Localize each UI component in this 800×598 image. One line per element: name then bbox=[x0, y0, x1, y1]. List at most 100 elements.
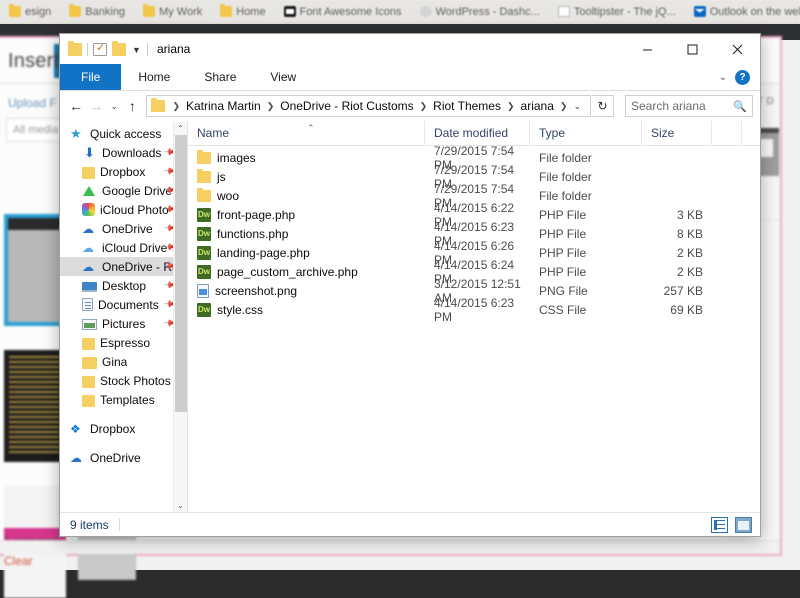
view-mode-buttons[interactable] bbox=[711, 513, 752, 537]
sidebar-item-stock-photos[interactable]: Stock Photos bbox=[60, 371, 187, 390]
large-icons-view-icon[interactable] bbox=[735, 517, 752, 533]
dreamweaver-icon: Dw bbox=[197, 227, 211, 241]
file-name-cell[interactable]: Dw style.css bbox=[188, 303, 425, 317]
properties-icon[interactable] bbox=[93, 43, 107, 56]
column-header-size[interactable]: Size bbox=[642, 121, 712, 146]
file-name-cell[interactable]: Dw landing-page.php bbox=[188, 246, 425, 260]
navigation-pane[interactable]: ★ Quick access ⬇ Downloads 📌 Dropbox 📌 G… bbox=[60, 121, 187, 512]
breadcrumb-item-onedrive[interactable]: OneDrive - Riot Customs bbox=[278, 99, 415, 113]
minimize-button[interactable] bbox=[625, 34, 670, 64]
bookmark-item[interactable]: Font Awesome Icons bbox=[275, 6, 411, 18]
breadcrumb-item-user[interactable]: Katrina Martin bbox=[184, 99, 263, 113]
file-name-cell[interactable]: screenshot.png bbox=[188, 284, 425, 298]
file-name-cell[interactable]: Dw front-page.php bbox=[188, 208, 425, 222]
item-count-label: 9 items bbox=[70, 518, 109, 532]
file-type: CSS File bbox=[530, 303, 642, 317]
sidebar-item-onedrive-riot[interactable]: ☁ OneDrive - Ri 📌 bbox=[60, 257, 187, 276]
navigation-scrollbar[interactable]: ⌃ ⌄ bbox=[173, 121, 187, 512]
breadcrumb-item-ariana[interactable]: ariana bbox=[519, 99, 556, 113]
window-controls[interactable] bbox=[625, 34, 760, 64]
file-list-pane[interactable]: Name ⌃ Date modified Type Size bbox=[188, 121, 760, 512]
sidebar-item-pictures[interactable]: Pictures 📌 bbox=[60, 314, 187, 333]
folder-icon[interactable] bbox=[68, 43, 82, 56]
sidebar-item-espresso[interactable]: Espresso bbox=[60, 333, 187, 352]
column-header-extra[interactable] bbox=[712, 121, 742, 146]
quick-access-toolbar[interactable]: ▼ bbox=[60, 43, 148, 56]
breadcrumb-separator[interactable]: ❯ bbox=[416, 101, 432, 112]
search-icon[interactable]: 🔍 bbox=[733, 100, 747, 113]
bookmark-item[interactable]: Home bbox=[211, 6, 274, 18]
file-rows[interactable]: images 7/29/2015 7:54 PM File folder js … bbox=[188, 146, 760, 512]
search-input[interactable]: Search ariana 🔍 bbox=[625, 95, 753, 117]
sidebar-item-downloads[interactable]: ⬇ Downloads 📌 bbox=[60, 143, 187, 162]
bookmark-item[interactable]: My Work bbox=[134, 6, 211, 18]
sidebar-item-dropbox-folder[interactable]: Dropbox 📌 bbox=[60, 162, 187, 181]
tab-file[interactable]: File bbox=[60, 64, 121, 90]
close-icon[interactable] bbox=[715, 34, 760, 64]
customize-chevron-icon[interactable]: ▼ bbox=[131, 43, 142, 56]
address-bar[interactable]: ← → ⌄ ↑ ❯ Katrina Martin ❯ OneDrive - Ri… bbox=[60, 91, 760, 121]
sidebar-item-dropbox-root[interactable]: ❖ Dropbox bbox=[60, 419, 187, 438]
browser-bookmark-bar[interactable]: esign Banking My Work Home Font Awesome … bbox=[0, 0, 800, 24]
file-name-cell[interactable]: images bbox=[188, 151, 425, 165]
column-header-type[interactable]: Type bbox=[530, 121, 642, 146]
bookmark-item[interactable]: Banking bbox=[60, 6, 134, 18]
media-thumbnail-selected[interactable] bbox=[4, 214, 66, 326]
sidebar-item-onedrive-root[interactable]: ☁ OneDrive bbox=[60, 448, 187, 467]
navigation-list[interactable]: ★ Quick access ⬇ Downloads 📌 Dropbox 📌 G… bbox=[60, 121, 187, 467]
chevron-down-icon[interactable]: ⌄ bbox=[571, 101, 587, 112]
forward-button[interactable]: → bbox=[87, 95, 105, 117]
refresh-icon[interactable]: ↻ bbox=[592, 95, 614, 117]
onedrive-icon: ☁ bbox=[70, 451, 85, 465]
table-row[interactable]: Dw style.css 4/14/2015 6:23 PM CSS File … bbox=[188, 300, 760, 319]
sidebar-item-templates[interactable]: Templates bbox=[60, 390, 187, 409]
folder-icon bbox=[69, 6, 81, 17]
back-button[interactable]: ← bbox=[67, 95, 85, 117]
file-explorer-window[interactable]: ▼ ariana File Home Share View ⌄ ? ← → ⌄ bbox=[59, 33, 761, 537]
sidebar-item-quick-access[interactable]: ★ Quick access bbox=[60, 124, 187, 143]
media-thumbnail[interactable] bbox=[4, 350, 66, 462]
bookmark-item[interactable]: Tooltipster - The jQ... bbox=[549, 6, 685, 18]
chevron-down-icon[interactable]: ⌄ bbox=[719, 72, 727, 83]
breadcrumb-separator[interactable]: ❯ bbox=[503, 101, 519, 112]
column-header-name[interactable]: Name ⌃ bbox=[188, 121, 425, 146]
upload-files-link[interactable]: Upload F bbox=[8, 96, 57, 110]
breadcrumb-item-themes[interactable]: Riot Themes bbox=[431, 99, 503, 113]
bookmark-item[interactable]: esign bbox=[0, 6, 60, 18]
breadcrumb[interactable]: ❯ Katrina Martin ❯ OneDrive - Riot Custo… bbox=[146, 95, 591, 117]
column-headers[interactable]: Name ⌃ Date modified Type Size bbox=[188, 121, 760, 146]
window-titlebar[interactable]: ▼ ariana bbox=[60, 34, 760, 64]
tab-share[interactable]: Share bbox=[187, 64, 253, 90]
sidebar-item-onedrive[interactable]: ☁ OneDrive 📌 bbox=[60, 219, 187, 238]
ribbon-controls[interactable]: ⌄ ? bbox=[719, 64, 756, 91]
file-name-cell[interactable]: Dw functions.php bbox=[188, 227, 425, 241]
sidebar-item-icloud-drive[interactable]: ☁ iCloud Drive 📌 bbox=[60, 238, 187, 257]
bookmark-item[interactable]: WordPress - Dashc... bbox=[411, 6, 549, 18]
tab-view[interactable]: View bbox=[253, 64, 313, 90]
details-view-icon[interactable] bbox=[711, 517, 728, 533]
clear-selection-link[interactable]: Clear bbox=[4, 554, 33, 568]
column-header-date-modified[interactable]: Date modified bbox=[425, 121, 530, 146]
file-name-cell[interactable]: Dw page_custom_archive.php bbox=[188, 265, 425, 279]
scroll-up-icon[interactable]: ⌃ bbox=[174, 121, 187, 135]
scrollbar-thumb[interactable] bbox=[175, 135, 187, 412]
ribbon-tabs[interactable]: File Home Share View ⌄ ? bbox=[60, 64, 760, 91]
file-name-cell[interactable]: js bbox=[188, 170, 425, 184]
maximize-button[interactable] bbox=[670, 34, 715, 64]
sidebar-item-documents[interactable]: Documents 📌 bbox=[60, 295, 187, 314]
sidebar-item-icloud-photos[interactable]: iCloud Photo 📌 bbox=[60, 200, 187, 219]
bookmark-item[interactable]: Outlook on the web bbox=[685, 6, 800, 18]
sidebar-item-google-drive[interactable]: Google Drive 📌 bbox=[60, 181, 187, 200]
help-icon[interactable]: ? bbox=[735, 70, 750, 85]
new-folder-icon[interactable] bbox=[112, 43, 126, 56]
recent-locations-chevron-icon[interactable]: ⌄ bbox=[107, 95, 121, 117]
folder-icon bbox=[151, 100, 165, 112]
up-button[interactable]: ↑ bbox=[123, 95, 141, 117]
sidebar-item-gina[interactable]: Gina bbox=[60, 352, 187, 371]
tab-home[interactable]: Home bbox=[121, 64, 187, 90]
breadcrumb-separator[interactable]: ❯ bbox=[263, 101, 279, 112]
file-name-cell[interactable]: woo bbox=[188, 189, 425, 203]
sidebar-item-desktop[interactable]: Desktop 📌 bbox=[60, 276, 187, 295]
scroll-down-icon[interactable]: ⌄ bbox=[174, 498, 187, 512]
breadcrumb-separator[interactable]: ❯ bbox=[556, 101, 572, 112]
